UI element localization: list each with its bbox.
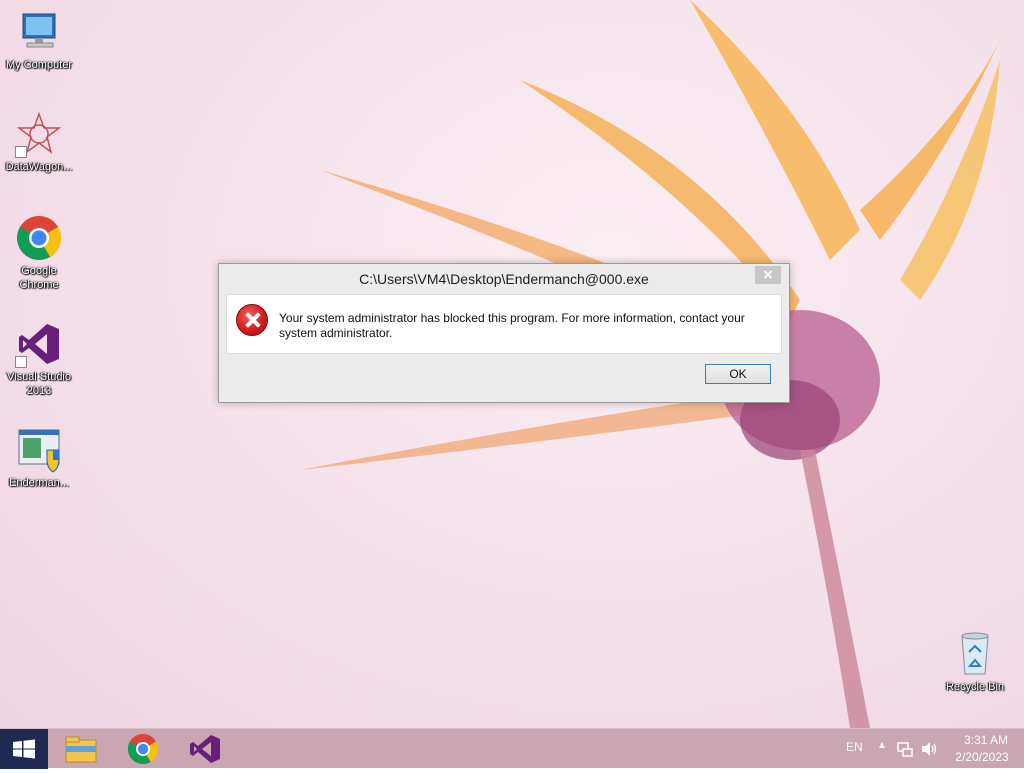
desktop-icon-visual-studio[interactable]: Visual Studio 2013 [1,320,77,398]
computer-icon [15,8,63,56]
start-button[interactable] [0,729,48,769]
desktop-icon-recycle-bin[interactable]: Recycle Bin [937,630,1013,694]
file-explorer-icon [65,736,97,763]
windows-logo-icon [13,739,35,759]
show-hidden-icons-icon[interactable]: ▲ [877,740,887,751]
desktop-icon-label: Google Chrome [19,265,59,291]
desktop-icon-label: Visual Studio 2013 [6,371,71,397]
language-indicator[interactable]: EN [846,740,863,754]
ok-button[interactable]: OK [705,364,771,384]
network-icon[interactable] [897,741,913,757]
recycle-bin-icon [951,630,999,678]
desktop-icon-my-computer[interactable]: My Computer [1,8,77,72]
desktop-icon-label: Recycle Bin [945,681,1005,693]
chrome-icon [15,214,63,262]
dialog-close-button[interactable]: × [755,266,781,284]
dialog-body: Your system administrator has blocked th… [226,294,782,354]
visual-studio-icon [15,320,63,368]
shortcut-arrow-icon [15,356,27,368]
blocked-program-dialog: C:\Users\VM4\Desktop\Endermanch@000.exe … [218,263,790,403]
error-icon [236,304,268,336]
datawagon-icon [15,110,63,158]
desktop-icon-label: DataWagon... [5,161,73,173]
clock-time[interactable]: 3:31 AM [956,733,1016,747]
desktop-icon-google-chrome[interactable]: Google Chrome [1,214,77,292]
desktop-icon-datawagon[interactable]: DataWagon... [1,110,77,174]
volume-icon[interactable] [920,741,938,757]
taskbar-visual-studio[interactable] [187,732,223,766]
clock-date[interactable]: 2/20/2023 [952,750,1012,764]
desktop-icon-enderman-exe[interactable]: Enderman... [1,426,77,490]
shortcut-arrow-icon [15,146,27,158]
taskbar-file-explorer[interactable] [63,732,99,766]
desktop: My Computer DataWagon... Google Chrome V… [0,0,1024,728]
taskbar-chrome[interactable] [125,732,161,766]
taskbar: EN ▲ 3:31 AM 2/20/2023 [0,728,1024,769]
desktop-icon-label: My Computer [5,59,73,71]
chrome-icon [127,734,159,765]
visual-studio-icon [190,735,220,763]
desktop-icon-label: Enderman... [9,477,69,489]
exe-shield-icon [15,426,63,474]
dialog-message: Your system administrator has blocked th… [279,311,745,340]
dialog-title: C:\Users\VM4\Desktop\Endermanch@000.exe [359,271,649,287]
